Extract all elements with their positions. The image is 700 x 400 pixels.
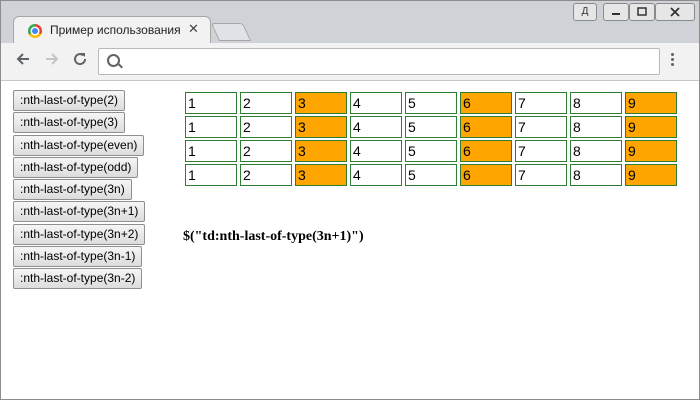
user-profile-button[interactable]: Д bbox=[573, 3, 597, 21]
table-cell: 8 bbox=[570, 140, 622, 162]
table-cell: 1 bbox=[185, 164, 237, 186]
table-cell: 8 bbox=[570, 92, 622, 114]
back-arrow-icon[interactable] bbox=[13, 51, 33, 71]
table-cell: 9 bbox=[625, 116, 677, 138]
browser-tab[interactable]: Пример использования jQuery ✕ bbox=[13, 16, 211, 44]
table-cell: 8 bbox=[570, 164, 622, 186]
table-cell: 9 bbox=[625, 140, 677, 162]
table-cell: 2 bbox=[240, 164, 292, 186]
address-bar[interactable] bbox=[98, 48, 660, 75]
table-cell: 4 bbox=[350, 140, 402, 162]
table-cell: 5 bbox=[405, 116, 457, 138]
table-cell: 1 bbox=[185, 140, 237, 162]
table-cell: 8 bbox=[570, 116, 622, 138]
table-row: 123456789 bbox=[185, 116, 677, 138]
page-content: :nth-last-of-type(2) :nth-last-of-type(3… bbox=[1, 81, 699, 399]
search-icon bbox=[107, 54, 120, 67]
table-cell: 6 bbox=[460, 164, 512, 186]
table-cell: 7 bbox=[515, 92, 567, 114]
table-cell: 5 bbox=[405, 164, 457, 186]
browser-toolbar bbox=[1, 43, 699, 81]
table-row: 123456789 bbox=[185, 140, 677, 162]
table-cell: 4 bbox=[350, 164, 402, 186]
table-cell: 1 bbox=[185, 92, 237, 114]
selector-button-list: :nth-last-of-type(2) :nth-last-of-type(3… bbox=[13, 90, 163, 291]
table-cell: 5 bbox=[405, 140, 457, 162]
close-window-icon[interactable] bbox=[655, 3, 695, 21]
table-cell: 6 bbox=[460, 140, 512, 162]
menu-icon[interactable] bbox=[671, 53, 675, 68]
nth-last-of-type-3n-button[interactable]: :nth-last-of-type(3n) bbox=[13, 179, 132, 201]
nth-last-of-type-odd-button[interactable]: :nth-last-of-type(odd) bbox=[13, 156, 139, 178]
table-cell: 7 bbox=[515, 116, 567, 138]
table-cell: 9 bbox=[625, 92, 677, 114]
nth-last-of-type-3n-minus-1-button[interactable]: :nth-last-of-type(3n-1) bbox=[13, 246, 143, 268]
favicon-icon bbox=[28, 24, 42, 38]
new-tab-button[interactable] bbox=[210, 23, 252, 41]
nth-last-of-type-3n-plus-1-button[interactable]: :nth-last-of-type(3n+1) bbox=[13, 201, 146, 223]
nth-last-of-type-3n-plus-2-button[interactable]: :nth-last-of-type(3n+2) bbox=[13, 223, 146, 245]
forward-arrow-icon[interactable] bbox=[42, 51, 62, 71]
table-cell: 4 bbox=[350, 116, 402, 138]
maximize-icon[interactable] bbox=[629, 3, 655, 21]
current-selector-text: $("td:nth-last-of-type(3n+1)") bbox=[183, 229, 364, 244]
table-cell: 3 bbox=[295, 164, 347, 186]
table-cell: 4 bbox=[350, 92, 402, 114]
reload-icon[interactable] bbox=[70, 51, 90, 71]
table-cell: 9 bbox=[625, 164, 677, 186]
table-cell: 3 bbox=[295, 116, 347, 138]
table-row: 123456789 bbox=[185, 164, 677, 186]
nth-last-of-type-2-button[interactable]: :nth-last-of-type(2) bbox=[13, 90, 126, 111]
minimize-icon[interactable] bbox=[603, 3, 629, 21]
nth-last-of-type-3-button[interactable]: :nth-last-of-type(3) bbox=[13, 112, 126, 134]
address-input[interactable] bbox=[127, 51, 651, 72]
number-table: 123456789123456789123456789123456789 bbox=[182, 90, 680, 188]
table-cell: 6 bbox=[460, 92, 512, 114]
table-cell: 1 bbox=[185, 116, 237, 138]
table-row: 123456789 bbox=[185, 92, 677, 114]
nth-last-of-type-even-button[interactable]: :nth-last-of-type(even) bbox=[13, 134, 145, 156]
nth-last-of-type-3n-minus-2-button[interactable]: :nth-last-of-type(3n-2) bbox=[13, 268, 143, 290]
close-tab-icon[interactable]: ✕ bbox=[188, 21, 199, 37]
table-cell: 2 bbox=[240, 92, 292, 114]
table-cell: 7 bbox=[515, 140, 567, 162]
table-cell: 3 bbox=[295, 140, 347, 162]
table-cell: 5 bbox=[405, 92, 457, 114]
table-cell: 7 bbox=[515, 164, 567, 186]
table-cell: 2 bbox=[240, 140, 292, 162]
tab-title: Пример использования jQuery bbox=[50, 23, 180, 37]
table-cell: 3 bbox=[295, 92, 347, 114]
table-cell: 2 bbox=[240, 116, 292, 138]
tab-strip: Пример использования jQuery ✕ Д bbox=[1, 1, 699, 44]
browser-window: Пример использования jQuery ✕ Д :nth-las… bbox=[0, 0, 700, 400]
table-cell: 6 bbox=[460, 116, 512, 138]
